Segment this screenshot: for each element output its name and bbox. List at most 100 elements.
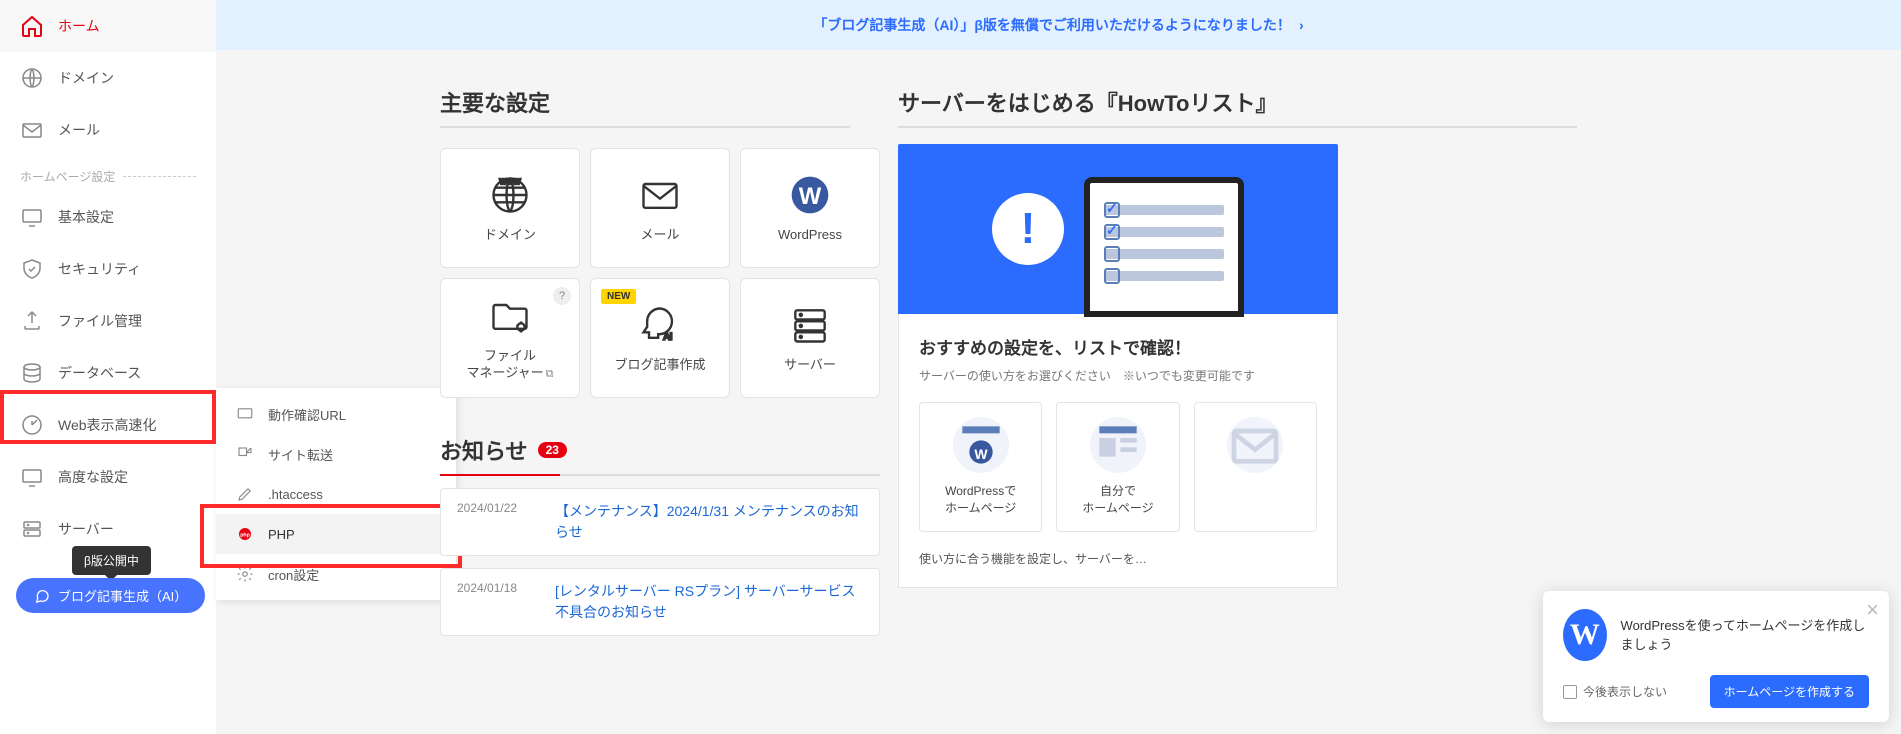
checkbox-icon [1563,685,1577,699]
sidebar-item-basic[interactable]: 基本設定 [0,191,216,243]
sidebar-item-label: ファイル管理 [58,311,142,331]
mail-icon [638,173,682,217]
sidebar-item-mail[interactable]: メール [0,104,216,156]
server-icon [788,303,832,347]
notice-date: 2024/01/22 [457,501,535,543]
option-wordpress[interactable]: W WordPressで ホームページ [919,402,1042,532]
banner-text: 「ブログ記事生成（AI）」β版を無償でご利用いただけるようになりました！ [813,15,1291,35]
shield-icon [20,257,44,281]
folder-gear-icon [488,294,532,338]
svg-text:W: W [974,446,988,462]
sidebar-item-label: 基本設定 [58,207,114,227]
sidebar-item-label: Web表示高速化 [58,415,157,435]
sidebar-item-label: メール [58,120,100,140]
www-globe-icon: WWW [488,173,532,217]
home-icon [20,14,44,38]
announcement-banner[interactable]: 「ブログ記事生成（AI）」β版を無償でご利用いただけるようになりました！ › [216,0,1901,50]
chevron-right-icon: › [1299,17,1304,33]
notice-link: 【メンテナンス】2024/1/31 メンテナンスのお知らせ [555,501,863,543]
notice-item[interactable]: 2024/01/18 [レンタルサーバー RSプラン] サーバーサービス不具合の… [440,568,880,636]
notice-link: [レンタルサーバー RSプラン] サーバーサービス不具合のお知らせ [555,581,863,623]
speed-icon [20,413,44,437]
mail-icon [20,118,44,142]
page-icon [1090,417,1146,473]
help-icon[interactable]: ? [553,287,571,305]
svg-text:AI: AI [664,331,673,341]
sidebar-item-label: 高度な設定 [58,467,128,487]
tile-mail[interactable]: メール [590,148,730,268]
svg-text:W: W [799,183,822,210]
upload-icon [20,309,44,333]
howto-desc: サーバーの使い方をお選びください ※いつでも変更可能です [919,367,1317,384]
database-icon [20,361,44,385]
howto-hero: ! [898,144,1338,314]
notice-date: 2024/01/18 [457,581,535,623]
option-row: W WordPressで ホームページ 自分で ホームページ [919,402,1317,532]
tile-wordpress[interactable]: W WordPress [740,148,880,268]
option-label: 自分で ホームページ [1063,483,1172,517]
notice-count-badge: 23 [538,442,567,458]
option-mail[interactable] [1194,402,1317,532]
sidebar-item-label: セキュリティ [58,259,141,279]
beta-button[interactable]: ブログ記事生成（AI） [16,578,205,613]
checklist-graphic [1084,177,1244,317]
sidebar-item-label: ホーム [58,16,100,36]
tile-label: WordPress [778,227,842,244]
option-self[interactable]: 自分で ホームページ [1056,402,1179,532]
ai-head-icon: AI [638,303,682,347]
howto-body: おすすめの設定を、リストで確認！ サーバーの使い方をお選びください ※いつでも変… [898,314,1338,588]
wordpress-icon: W [953,417,1009,473]
sidebar-item-advanced[interactable]: 高度な設定 [0,451,216,503]
tile-label: ドメイン [484,227,536,244]
new-badge: NEW [601,289,636,304]
wordpress-icon: W [788,173,832,217]
globe-icon [20,66,44,90]
dont-show-checkbox[interactable]: 今後表示しない [1563,683,1667,700]
tile-server[interactable]: サーバー [740,278,880,398]
create-homepage-button[interactable]: ホームページを作成する [1710,675,1869,708]
notice-heading: お知らせ 23 [440,434,880,466]
notice-item[interactable]: 2024/01/22 【メンテナンス】2024/1/31 メンテナンスのお知らせ [440,488,880,556]
tile-label: メール [640,227,679,244]
sidebar-item-file[interactable]: ファイル管理 [0,295,216,347]
exclamation-icon: ! [992,193,1064,265]
underline [440,474,880,476]
mail-icon [1227,417,1283,473]
tile-label: ファイル マネージャー⧉ [467,348,554,382]
sidebar: ホーム ドメイン メール ホームページ設定 基本設定 セキュリティ ファイル管理… [0,0,216,734]
main-settings-column: 主要な設定 WWW ドメイン メール W WordPress ? ファイル マネ… [440,50,880,636]
notice-title: お知らせ [440,434,528,466]
sidebar-item-label: サーバー [58,519,114,539]
chat-icon [34,588,50,604]
sidebar-item-label: ドメイン [58,68,114,88]
monitor-icon [20,205,44,229]
option-label: WordPressで ホームページ [926,483,1035,517]
external-icon: ⧉ [546,368,554,380]
tile-grid: WWW ドメイン メール W WordPress ? ファイル マネージャー⧉ … [440,148,880,398]
section-heading: サーバーをはじめる『HowToリスト』 [898,86,1277,126]
beta-button-label: ブログ記事生成（AI） [58,586,187,605]
section-heading: 主要な設定 [440,86,550,126]
sidebar-section: ホームページ設定 [0,156,216,191]
close-icon[interactable]: × [1866,597,1879,623]
svg-text:WWW: WWW [500,177,521,186]
wordpress-icon: W [1563,609,1607,661]
beta-tooltip: β版公開中 [72,546,151,575]
sidebar-item-home[interactable]: ホーム [0,0,216,52]
tile-domain[interactable]: WWW ドメイン [440,148,580,268]
sidebar-item-database[interactable]: データベース [0,347,216,399]
howto-footnote: 使い方に合う機能を設定し、サーバーを… [919,550,1317,567]
popup-text: WordPressを使ってホームページを作成しましょう [1621,616,1869,655]
wordpress-popup: × W WordPressを使ってホームページを作成しましょう 今後表示しない … [1543,591,1889,722]
checkbox-label: 今後表示しない [1583,683,1667,700]
monitor-icon [20,465,44,489]
sidebar-item-domain[interactable]: ドメイン [0,52,216,104]
tile-label: サーバー [784,357,836,374]
sidebar-item-label: データベース [58,363,141,383]
howto-column: サーバーをはじめる『HowToリスト』 ! おすすめの設定を、リストで確認！ サ… [898,50,1338,588]
sidebar-item-security[interactable]: セキュリティ [0,243,216,295]
sidebar-item-speed[interactable]: Web表示高速化 [0,399,216,451]
tile-label: ブログ記事作成 [614,357,705,374]
tile-blog-ai[interactable]: NEW AI ブログ記事作成 [590,278,730,398]
tile-filemanager[interactable]: ? ファイル マネージャー⧉ [440,278,580,398]
